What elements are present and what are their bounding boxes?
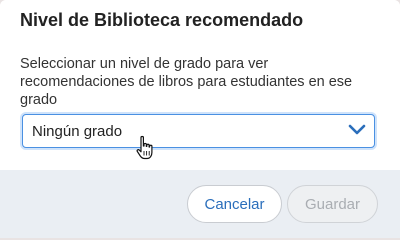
dialog-footer: Cancelar Guardar <box>0 170 400 238</box>
grade-level-selected-value: Ningún grado <box>32 123 123 140</box>
cancel-button[interactable]: Cancelar <box>187 185 282 223</box>
chevron-down-icon <box>348 124 366 135</box>
dialog-title: Nivel de Biblioteca recomendado <box>20 10 304 30</box>
save-button[interactable]: Guardar <box>287 185 378 223</box>
dialog-body: Nivel de Biblioteca recomendado Seleccio… <box>0 0 400 170</box>
grade-level-select[interactable]: Ningún grado <box>22 114 375 148</box>
recommended-library-level-dialog: Nivel de Biblioteca recomendado Seleccio… <box>0 0 400 238</box>
dialog-description: Seleccionar un nivel de grado para ver r… <box>20 56 353 108</box>
hand-pointer-cursor-icon <box>136 135 153 160</box>
